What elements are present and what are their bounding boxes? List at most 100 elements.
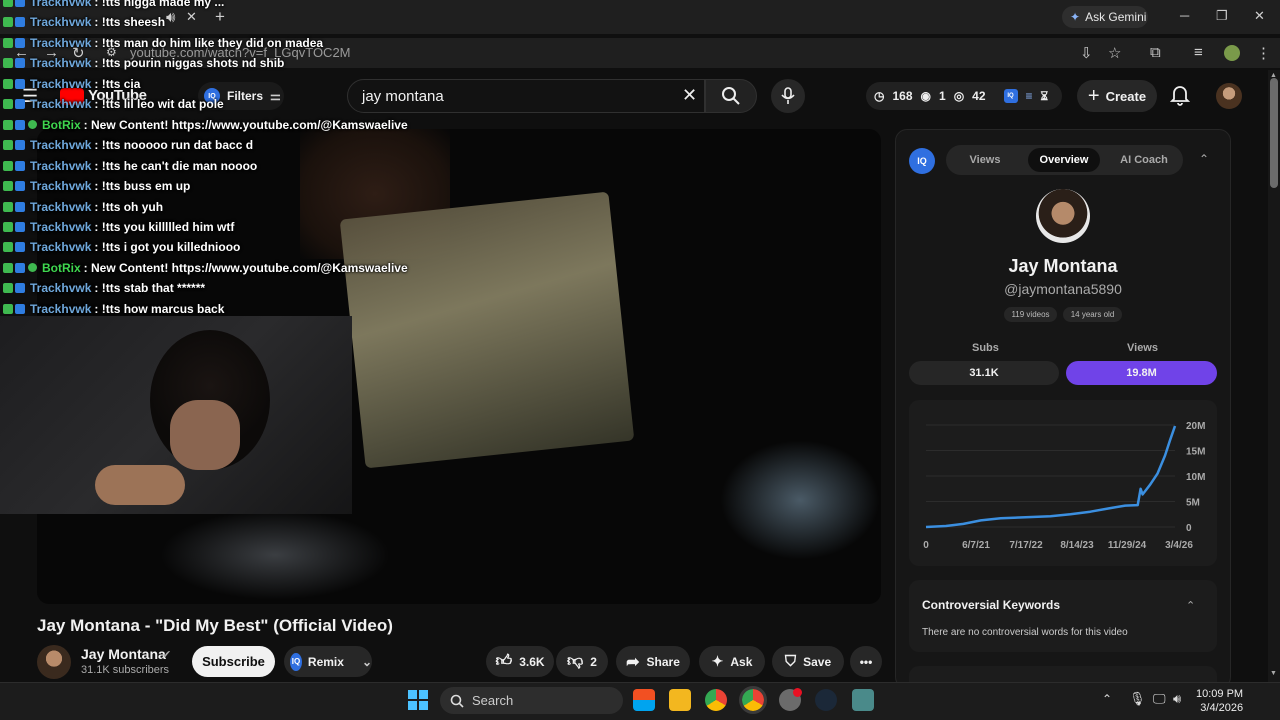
chrome-profile-icon[interactable] [739, 686, 767, 714]
channel-name[interactable]: Jay Montana [81, 646, 166, 662]
tray-chevron-icon[interactable]: ⌃ [1102, 692, 1112, 706]
window-close-button[interactable]: ✕ [1254, 8, 1265, 24]
search-button[interactable] [705, 79, 757, 113]
gemini-sparkle-icon: ✦ [1070, 10, 1081, 24]
steam-icon[interactable] [815, 689, 837, 711]
kick-badge-icon [3, 303, 13, 314]
scroll-up-icon[interactable]: ▲ [1270, 72, 1277, 79]
chip-video-count: 119 videos [1004, 307, 1057, 322]
share-button[interactable]: ➦ Share [616, 646, 690, 677]
tray-network-icon[interactable]: 🖵︎ [1153, 691, 1166, 707]
chat-username: Trackhvwk [30, 0, 92, 9]
chat-message: Trackhvwk: !tts i got you killedniooo [0, 237, 240, 257]
notifications-bell-icon[interactable] [1170, 84, 1190, 106]
video-frame-money [339, 191, 635, 469]
notification-dot [793, 688, 802, 697]
list-icon[interactable]: ≡ [1026, 89, 1033, 103]
profile-avatar[interactable] [1224, 45, 1240, 61]
chat-text: : !tts man do him like they did on madea [94, 35, 324, 50]
voice-search-button[interactable] [771, 79, 805, 113]
tab-views[interactable]: Views [950, 148, 1020, 172]
chevron-down-icon: ⌄ [361, 654, 372, 669]
chart-x-tick-label: 8/14/23 [1060, 540, 1094, 551]
tray-volume-icon[interactable]: 🔊︎ [1173, 691, 1181, 707]
panel-logo-icon: IQ [909, 148, 935, 174]
kick-badge-icon [3, 0, 13, 7]
iq-extension-icon[interactable]: IQ [1003, 89, 1018, 103]
webcam-person-hands [95, 465, 185, 505]
ask-label: Ask [730, 654, 753, 669]
taskbar-search-label: Search [472, 693, 514, 708]
iq-remix-icon: IQ [290, 652, 302, 671]
keywords-title: Controversial Keywords [922, 598, 1061, 612]
chat-message: Trackhvwk: !tts sheesh [0, 12, 165, 32]
channel-avatar[interactable] [37, 645, 71, 679]
bot-badge-icon [28, 263, 37, 273]
terminal-icon[interactable] [852, 689, 874, 711]
chat-message: Trackhvwk: !tts he can't die man noooo [0, 156, 257, 176]
tab-overview[interactable]: Overview [1028, 148, 1100, 172]
remix-button[interactable]: IQ Remix ⌄ [284, 646, 372, 677]
views-value-toggle[interactable]: 19.8M [1066, 361, 1217, 385]
chat-text: : !tts stab that ****** [94, 281, 206, 296]
platform-badge-icon [15, 283, 25, 294]
video-title: Jay Montana - "Did My Best" (Official Vi… [37, 616, 393, 635]
scroll-down-icon[interactable]: ▼ [1270, 670, 1277, 677]
create-button[interactable]: + Create [1077, 80, 1157, 112]
platform-badge-icon [15, 160, 25, 171]
store-icon[interactable] [633, 689, 655, 711]
page-scrollbar-thumb[interactable] [1270, 78, 1278, 188]
chat-text: : !tts lil leo wit dat pole [94, 97, 224, 112]
media-queue-icon[interactable]: ≡ [1194, 44, 1203, 61]
dislike-button[interactable]: 👎︎ 2 [556, 646, 608, 677]
platform-badge-icon [15, 78, 25, 89]
collapse-panel-icon[interactable]: ⌃ [1199, 152, 1209, 166]
ask-gemini-button[interactable]: ✦ Ask Gemini [1062, 6, 1148, 28]
video-frame-glow [720, 440, 880, 560]
tab-ai-coach[interactable]: AI Coach [1108, 148, 1180, 172]
install-app-icon[interactable]: ⇩ [1080, 44, 1093, 62]
profile-picture [1036, 189, 1090, 243]
tray-mic-icon[interactable]: 🎙︎ [1129, 691, 1146, 707]
timer-icon[interactable]: ⏳︎ [1041, 89, 1049, 104]
minimize-button[interactable]: ─ [1180, 8, 1189, 23]
chart-y-tick-label: 10M [1186, 472, 1205, 483]
kick-badge-icon [3, 78, 13, 89]
chart-x-tick-label: 6/7/21 [962, 540, 990, 551]
stat-views: 42 [972, 89, 986, 103]
account-avatar[interactable] [1216, 83, 1242, 109]
taskbar-clock[interactable]: 10:09 PM 3/4/2026 [1196, 687, 1243, 715]
like-button[interactable]: 👍︎ 3.6K [486, 646, 554, 677]
more-actions-button[interactable]: ••• [850, 646, 882, 677]
eye-icon: ◎ [953, 89, 965, 103]
clear-search-icon[interactable]: ✕ [682, 85, 697, 106]
browser-menu-icon[interactable]: ⋮ [1256, 44, 1271, 62]
subs-value-toggle[interactable]: 31.1K [909, 361, 1059, 385]
create-label: Create [1105, 88, 1147, 104]
profile-handle: @jaymontana5890 [1004, 281, 1122, 297]
taskbar-search[interactable]: Search [440, 687, 623, 714]
extension-stats-bar[interactable]: ◷ 168 ◉ 1 ◎ 42 IQ ≡ ⏳︎ [866, 82, 1062, 110]
bookmark-star-icon[interactable]: ☆ [1108, 44, 1121, 62]
windows-start-icon[interactable] [408, 690, 428, 710]
chrome-icon[interactable] [705, 689, 727, 711]
share-label: Share [646, 654, 680, 669]
chat-message: Trackhvwk: !tts man do him like they did… [0, 33, 323, 53]
collapse-keywords-icon[interactable]: ⌃ [1186, 599, 1195, 612]
search-input-value[interactable]: jay montana [362, 88, 444, 105]
chat-username: Trackhvwk [30, 158, 92, 173]
platform-badge-icon [15, 262, 25, 273]
extensions-icon[interactable]: ⧉ [1150, 44, 1161, 61]
save-button[interactable]: ⛉ Save [772, 646, 844, 677]
growth-chart: 0 5M 10M 15M 20M 0 6/7/21 7/17/22 8/14/23 11/29/2… [909, 400, 1217, 566]
kick-badge-icon [3, 201, 13, 212]
more-horizontal-icon: ••• [859, 654, 873, 669]
maximize-button[interactable]: ❐ [1216, 8, 1228, 24]
chart-y-tick-label: 0 [1186, 523, 1192, 534]
file-explorer-icon[interactable] [669, 689, 691, 711]
subscribe-button[interactable]: Subscribe [192, 646, 275, 677]
chat-username: BotRix [42, 260, 81, 275]
thumbs-up-icon: 👍︎ [495, 653, 513, 670]
ask-button[interactable]: ✦ Ask [699, 646, 765, 677]
webcam-person-face [170, 400, 240, 470]
